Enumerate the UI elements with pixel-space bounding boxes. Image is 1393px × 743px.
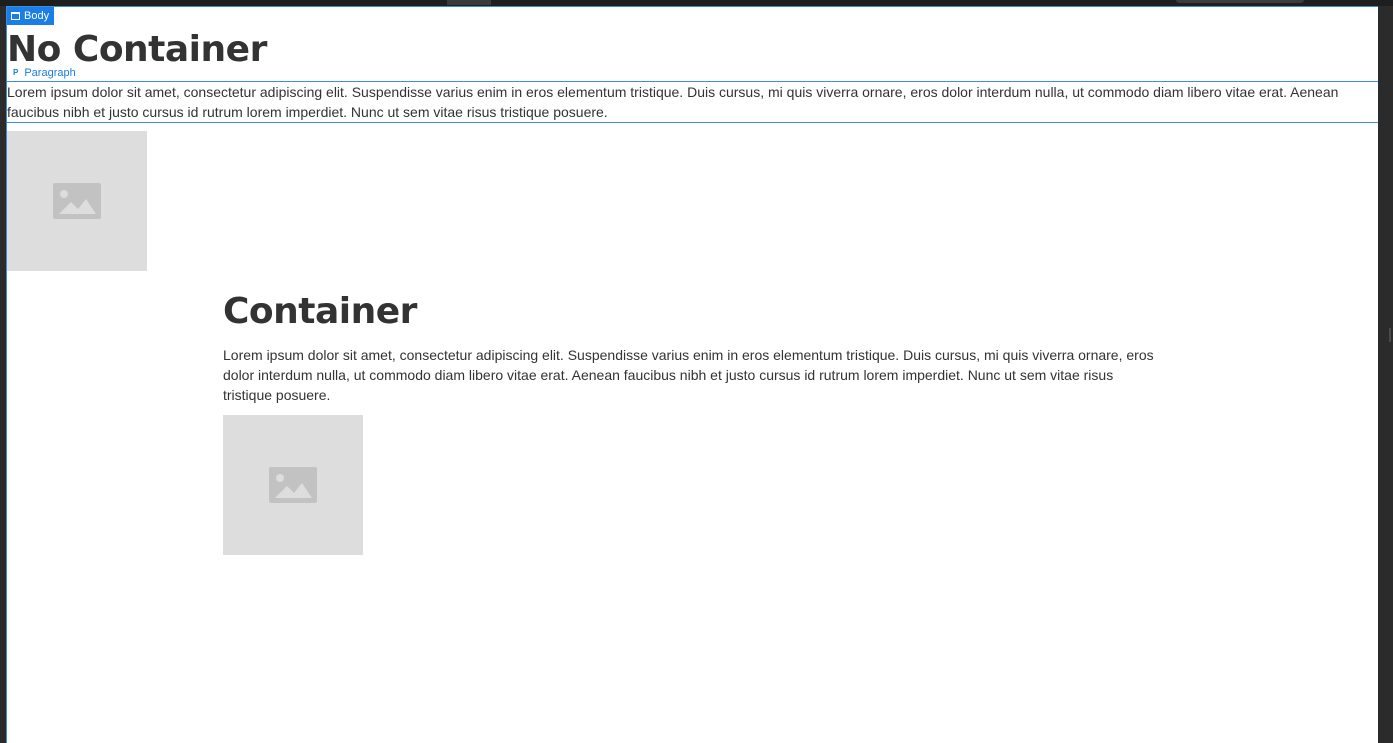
image-icon xyxy=(53,183,101,219)
body-selection-badge[interactable]: Body xyxy=(7,7,55,25)
paragraph-container[interactable]: Lorem ipsum dolor sit amet, consectetur … xyxy=(223,345,1163,405)
designer-canvas[interactable]: Body No Container P Paragraph Lorem ipsu… xyxy=(6,6,1378,743)
gutter-mark xyxy=(1389,328,1391,342)
paragraph-no-container[interactable]: Lorem ipsum dolor sit amet, consectetur … xyxy=(7,81,1378,123)
right-gutter xyxy=(1378,6,1393,743)
toolbar-tab[interactable] xyxy=(447,0,491,5)
image-placeholder-no-container[interactable] xyxy=(7,131,147,271)
paragraph-icon: P xyxy=(13,68,19,77)
container-block[interactable]: Container Lorem ipsum dolor sit amet, co… xyxy=(223,289,1163,405)
image-placeholder-container[interactable] xyxy=(223,415,363,555)
toolbar-pill[interactable] xyxy=(1176,0,1304,3)
window-icon xyxy=(11,12,20,20)
paragraph-hover-badge[interactable]: P Paragraph xyxy=(13,66,76,80)
image-icon xyxy=(269,467,317,503)
body-badge-label: Body xyxy=(24,10,50,22)
paragraph-badge-label: Paragraph xyxy=(24,67,76,79)
heading-container[interactable]: Container xyxy=(223,289,1163,335)
